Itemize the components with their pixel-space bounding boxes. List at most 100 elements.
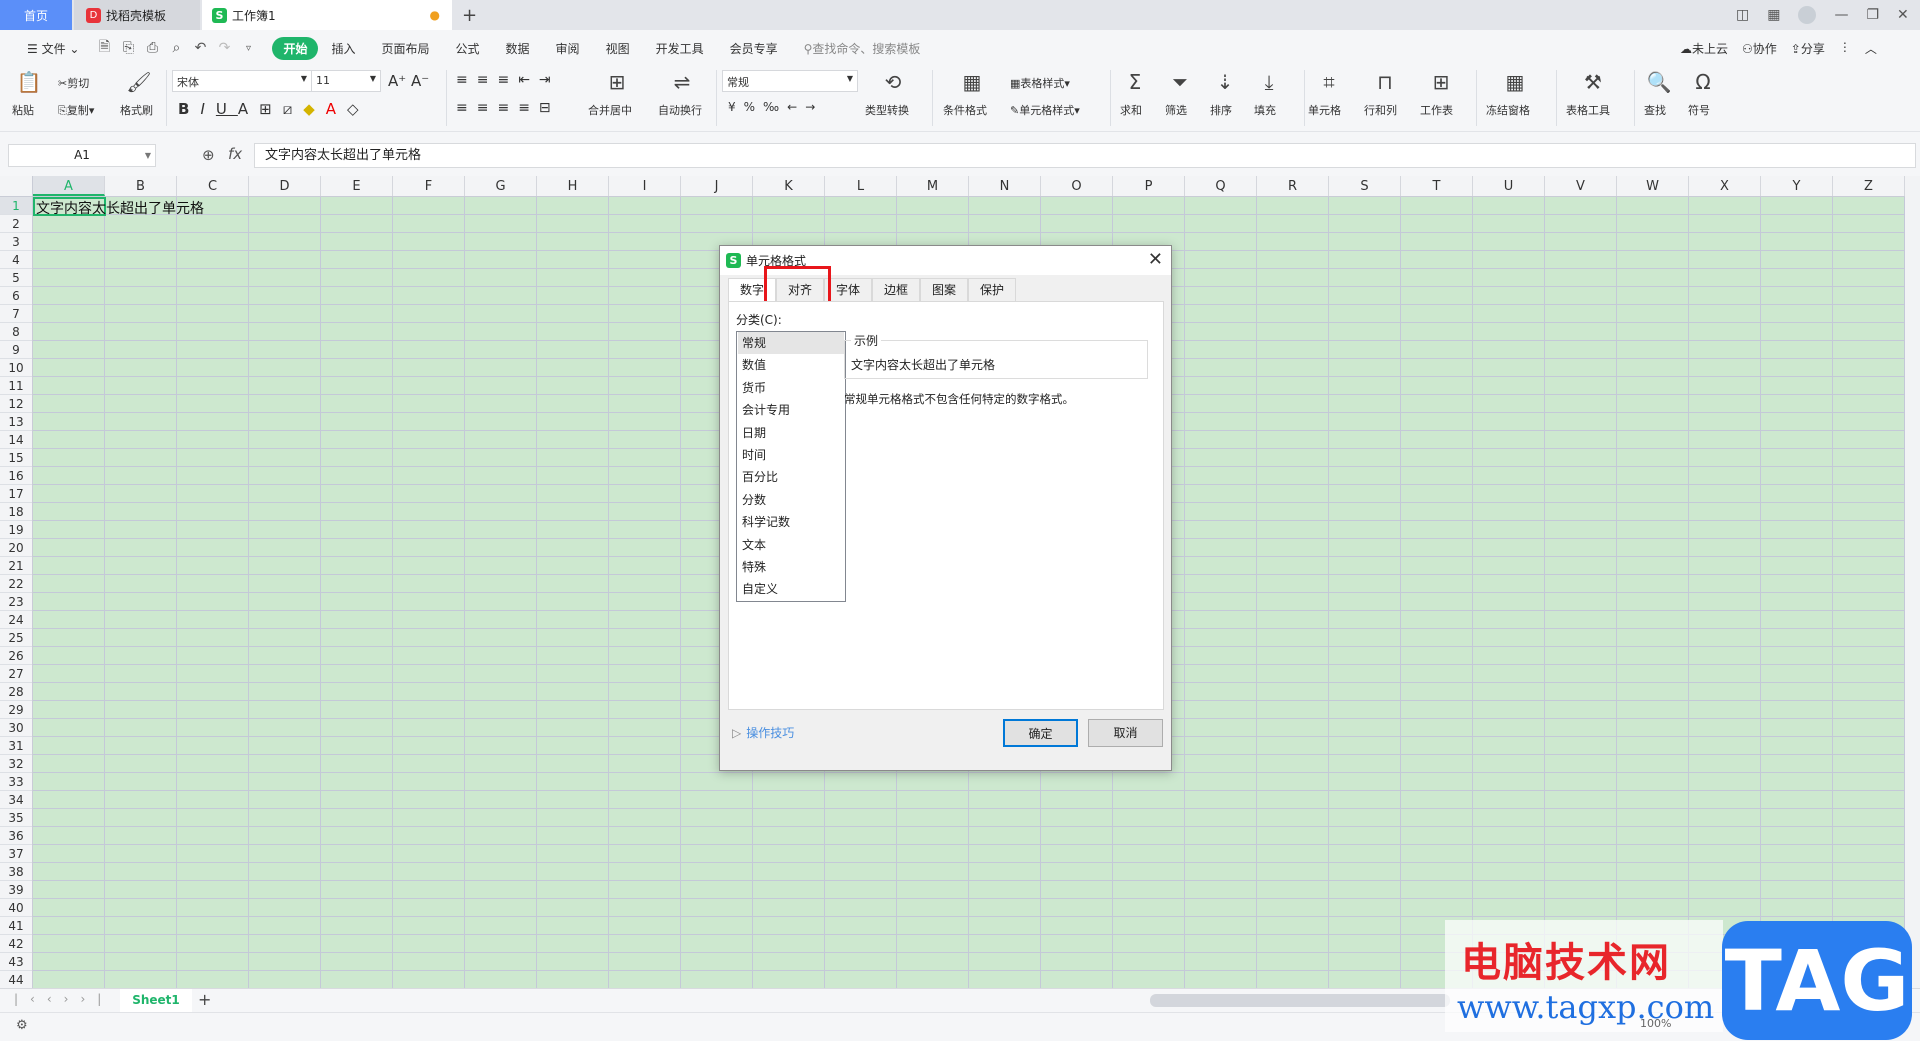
column-header-x[interactable]: X [1689, 176, 1761, 196]
convert-icon[interactable]: ⟲ [878, 70, 908, 94]
cell-icon[interactable]: ⌗ [1314, 70, 1344, 94]
row-header-7[interactable]: 7 [0, 305, 32, 323]
merge-icon[interactable]: ⊞ [602, 70, 632, 94]
row-header-40[interactable]: 40 [0, 899, 32, 917]
category-item[interactable]: 自定义 [738, 578, 844, 600]
menu-view[interactable]: 视图 [593, 40, 643, 57]
filter-icon[interactable]: ⏷ [1165, 70, 1195, 94]
close-icon[interactable]: ✕ [1148, 249, 1163, 270]
column-header-j[interactable]: J [681, 176, 753, 196]
column-header-o[interactable]: O [1041, 176, 1113, 196]
column-header-v[interactable]: V [1545, 176, 1617, 196]
fill-icon[interactable]: ⤓ [1254, 70, 1284, 94]
menu-data[interactable]: 数据 [493, 40, 543, 57]
cell-style-button[interactable]: ✎单元格样式▾ [1010, 102, 1080, 118]
font-size-select[interactable]: 11 ▼ [311, 70, 381, 92]
fill-button[interactable]: 填充 [1254, 102, 1276, 118]
filter-button[interactable]: 筛选 [1165, 102, 1187, 118]
format-painter-icon[interactable]: 🖌 [124, 70, 154, 94]
tips-link[interactable]: ▷ 操作技巧 [732, 724, 794, 741]
symbol-button[interactable]: 符号 [1688, 102, 1710, 118]
row-col-icon[interactable]: ⊓ [1370, 70, 1400, 94]
category-item[interactable]: 货币 [738, 377, 844, 399]
horizontal-align-buttons[interactable]: ≡≡≡≡⊟ [456, 100, 560, 116]
share-button[interactable]: ⇪分享 [1791, 40, 1825, 57]
number-format-buttons[interactable]: ¥%‰←→ [728, 100, 823, 114]
row-header-6[interactable]: 6 [0, 287, 32, 305]
column-header-u[interactable]: U [1473, 176, 1545, 196]
row-header-39[interactable]: 39 [0, 881, 32, 899]
row-header-15[interactable]: 15 [0, 449, 32, 467]
category-item[interactable]: 分数 [738, 489, 844, 511]
row-header-31[interactable]: 31 [0, 737, 32, 755]
column-header-d[interactable]: D [249, 176, 321, 196]
column-header-e[interactable]: E [321, 176, 393, 196]
worksheet-icon[interactable]: ⊞ [1426, 70, 1456, 94]
sort-button[interactable]: 排序 [1210, 102, 1232, 118]
sum-button[interactable]: 求和 [1120, 102, 1142, 118]
wrap-text-button[interactable]: 自动换行 [658, 102, 702, 118]
column-header-f[interactable]: F [393, 176, 465, 196]
save-icon[interactable]: 🗎 [92, 36, 116, 60]
export-icon[interactable]: ⎘ [116, 40, 140, 56]
zoom-formula-icon[interactable]: ⊕ [202, 146, 215, 164]
category-item[interactable]: 会计专用 [738, 399, 844, 421]
row-header-14[interactable]: 14 [0, 431, 32, 449]
row-header-18[interactable]: 18 [0, 503, 32, 521]
row-header-22[interactable]: 22 [0, 575, 32, 593]
freeze-icon[interactable]: ▦ [1500, 70, 1530, 94]
category-item[interactable]: 数值 [738, 354, 844, 376]
column-header-z[interactable]: Z [1833, 176, 1905, 196]
category-item[interactable]: 常规 [738, 332, 844, 355]
collab-button[interactable]: ⚇协作 [1742, 40, 1777, 57]
column-header-a[interactable]: A [33, 176, 105, 196]
zoom-level[interactable]: 100% [1640, 1017, 1671, 1030]
menu-member[interactable]: 会员专享 [717, 40, 791, 57]
column-header-r[interactable]: R [1257, 176, 1329, 196]
horizontal-scrollbar[interactable] [1150, 994, 1450, 1007]
avatar[interactable] [1798, 6, 1817, 24]
row-header-43[interactable]: 43 [0, 953, 32, 971]
column-header-b[interactable]: B [105, 176, 177, 196]
menu-review[interactable]: 审阅 [543, 40, 593, 57]
preview-icon[interactable]: ⌕ [164, 40, 188, 56]
name-box[interactable]: A1 ▼ [8, 144, 156, 167]
tab-protection[interactable]: 保护 [968, 278, 1016, 301]
column-header-y[interactable]: Y [1761, 176, 1833, 196]
row-header-36[interactable]: 36 [0, 827, 32, 845]
row-header-8[interactable]: 8 [0, 323, 32, 341]
wrap-text-icon[interactable]: ⇌ [667, 70, 697, 94]
column-header-l[interactable]: L [825, 176, 897, 196]
more-options-icon[interactable]: ⋮ [1839, 40, 1851, 57]
row-header-44[interactable]: 44 [0, 971, 32, 988]
category-list[interactable]: 常规 数值 货币 会计专用 日期 时间 百分比 分数 科学记数 文本 特殊 自定义 [736, 331, 846, 602]
row-header-21[interactable]: 21 [0, 557, 32, 575]
layout-icon[interactable]: ◫ [1736, 7, 1749, 23]
row-header-20[interactable]: 20 [0, 539, 32, 557]
apps-grid-icon[interactable]: ▦ [1767, 7, 1780, 23]
new-tab-button[interactable]: + [462, 0, 477, 30]
row-header-17[interactable]: 17 [0, 485, 32, 503]
conditional-format-icon[interactable]: ▦ [957, 70, 987, 94]
tab-font[interactable]: 字体 [824, 278, 872, 301]
undo-icon[interactable]: ↶ [188, 40, 212, 56]
category-item[interactable]: 科学记数 [738, 511, 844, 533]
redo-icon[interactable]: ↷ [212, 40, 236, 56]
sheet-tab-sheet1[interactable]: Sheet1 [120, 989, 192, 1012]
row-header-32[interactable]: 32 [0, 755, 32, 773]
column-header-g[interactable]: G [465, 176, 537, 196]
command-search[interactable]: ⚲查找命令、搜索模板 [791, 40, 934, 57]
menu-insert[interactable]: 插入 [318, 40, 368, 57]
number-format-select[interactable]: 常规 ▼ [722, 70, 858, 92]
vertical-scrollbar[interactable] [1905, 176, 1920, 988]
category-item[interactable]: 特殊 [738, 556, 844, 578]
row-header-26[interactable]: 26 [0, 647, 32, 665]
sum-icon[interactable]: Σ [1120, 70, 1150, 94]
cut-button[interactable]: ✂剪切 [58, 75, 89, 91]
row-header-25[interactable]: 25 [0, 629, 32, 647]
column-header-c[interactable]: C [177, 176, 249, 196]
find-button[interactable]: 查找 [1644, 102, 1666, 118]
row-header-27[interactable]: 27 [0, 665, 32, 683]
row-header-30[interactable]: 30 [0, 719, 32, 737]
paste-icon[interactable]: 📋 [14, 70, 44, 94]
